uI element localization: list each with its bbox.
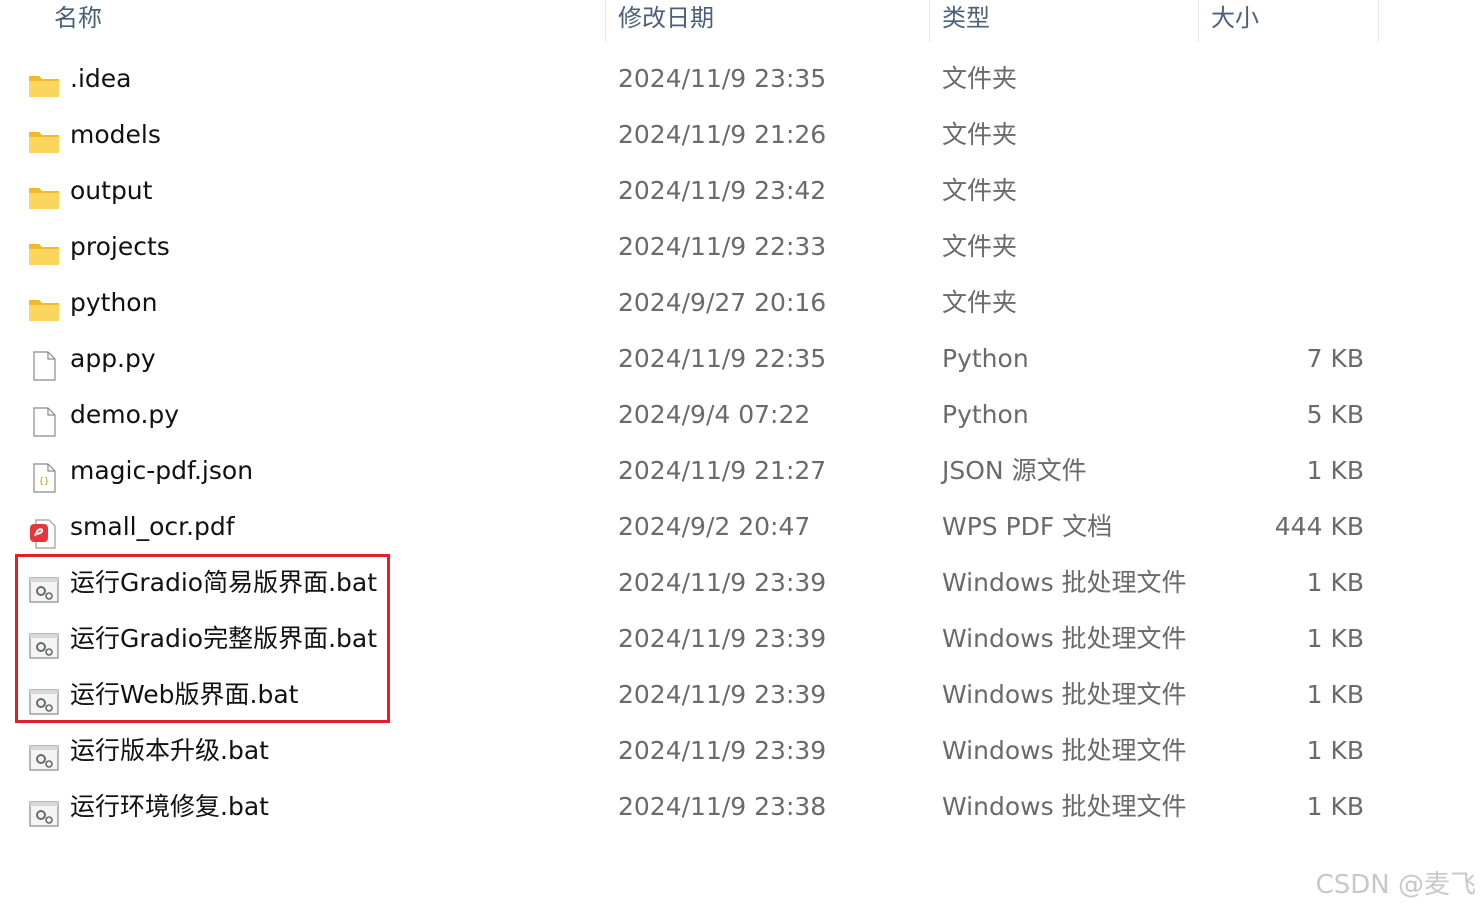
file-name-cell[interactable]: 运行版本升级.bat [28,723,598,779]
file-explorer: 名称 修改日期 类型 大小 .idea 2024/11/9 23:35 文件夹 mod… [0,0,1482,909]
file-name: 运行版本升级.bat [70,736,269,765]
file-name: output [70,176,153,205]
file-name-cell[interactable]: small_ocr.pdf [28,499,598,555]
file-name-cell[interactable]: 运行环境修复.bat [28,779,598,835]
file-date: 2024/11/9 23:42 [618,176,827,205]
file-date: 2024/11/9 23:38 [618,792,827,821]
file-row[interactable]: 运行Web版界面.bat 2024/11/9 23:39 Windows 批处理文件… [0,667,1482,723]
file-row[interactable]: 运行Gradio简易版界面.bat 2024/11/9 23:39 Windows … [0,555,1482,611]
folder-icon [28,121,60,153]
file-row[interactable]: 运行版本升级.bat 2024/11/9 23:39 Windows 批处理文件 1 … [0,723,1482,779]
file-date: 2024/9/27 20:16 [618,288,827,317]
file-row[interactable]: python 2024/9/27 20:16 文件夹 [0,275,1482,331]
column-divider[interactable] [1378,0,1379,42]
file-size: 5 KB [1306,400,1364,429]
file-size: 1 KB [1306,624,1364,653]
file-date: 2024/11/9 21:26 [618,120,827,149]
file-name: python [70,288,158,317]
file-date: 2024/11/9 21:27 [618,456,827,485]
file-name-cell[interactable]: demo.py [28,387,598,443]
file-size [1200,163,1364,219]
file-size: 1 KB [1306,680,1364,709]
batch-file-icon [28,625,60,659]
file-name-cell[interactable]: 运行Gradio简易版界面.bat [28,555,598,611]
file-name-cell[interactable]: python [28,275,598,331]
file-row[interactable]: 运行环境修复.bat 2024/11/9 23:38 Windows 批处理文件 1 … [0,779,1482,835]
batch-file-icon [28,681,60,715]
file-name: models [70,120,161,149]
file-row[interactable]: output 2024/11/9 23:42 文件夹 [0,163,1482,219]
file-row[interactable]: app.py 2024/11/9 22:35 Python 7 KB [0,331,1482,387]
file-name-cell[interactable]: 运行Web版界面.bat [28,667,598,723]
file-name: projects [70,232,170,261]
batch-file-icon [28,569,60,603]
file-name: 运行Gradio简易版界面.bat [70,568,378,597]
column-divider[interactable] [929,0,930,42]
file-row[interactable]: {} magic-pdf.json 2024/11/9 21:27 JSON 源文件 1… [0,443,1482,499]
file-name-cell[interactable]: .idea [28,51,598,107]
svg-text:{}: {} [39,477,50,487]
file-icon [28,401,60,437]
batch-file-icon [28,793,60,827]
column-divider[interactable] [1198,0,1199,42]
file-size: 1 KB [1306,792,1364,821]
column-name-header[interactable]: 名称 [54,0,102,42]
file-date: 2024/11/9 22:33 [618,232,827,261]
folder-icon [28,177,60,209]
file-name: 运行环境修复.bat [70,792,269,821]
file-name-cell[interactable]: 运行Gradio完整版界面.bat [28,611,598,667]
column-divider[interactable] [605,0,606,42]
file-list: .idea 2024/11/9 23:35 文件夹 models 2024/11/9 2… [0,51,1482,835]
file-size: 7 KB [1306,344,1364,373]
json-file-icon: {} [28,457,60,493]
watermark: CSDN @麦飞 [1315,870,1476,900]
file-date: 2024/11/9 23:39 [618,624,827,653]
file-row[interactable]: 运行Gradio完整版界面.bat 2024/11/9 23:39 Windows … [0,611,1482,667]
file-size [1200,51,1364,107]
column-header: 名称 修改日期 类型 大小 [0,0,1482,42]
file-name: app.py [70,344,156,373]
file-name: magic-pdf.json [70,456,254,485]
file-date: 2024/9/4 07:22 [618,400,811,429]
file-name: demo.py [70,400,180,429]
file-name-cell[interactable]: models [28,107,598,163]
folder-icon [28,233,60,265]
file-date: 2024/11/9 22:35 [618,344,827,373]
batch-file-icon [28,737,60,771]
file-name-cell[interactable]: {} magic-pdf.json [28,443,598,499]
file-size [1200,275,1364,331]
file-name: .idea [70,64,132,93]
file-row[interactable]: demo.py 2024/9/4 07:22 Python 5 KB [0,387,1482,443]
file-date: 2024/11/9 23:39 [618,568,827,597]
file-date: 2024/9/2 20:47 [618,512,811,541]
file-row[interactable]: models 2024/11/9 21:26 文件夹 [0,107,1482,163]
file-name: small_ocr.pdf [70,512,235,541]
file-row[interactable]: small_ocr.pdf 2024/9/2 20:47 WPS PDF 文档 444… [0,499,1482,555]
file-name: 运行Web版界面.bat [70,680,299,709]
folder-icon [28,289,60,321]
file-size [1200,107,1364,163]
column-date-header[interactable]: 修改日期 [618,0,714,42]
file-size [1200,219,1364,275]
column-size-header[interactable]: 大小 [1211,0,1259,42]
file-date: 2024/11/9 23:39 [618,736,827,765]
file-name-cell[interactable]: app.py [28,331,598,387]
pdf-file-icon [28,513,60,549]
file-name-cell[interactable]: projects [28,219,598,275]
file-date: 2024/11/9 23:39 [618,680,827,709]
file-name: 运行Gradio完整版界面.bat [70,624,378,653]
file-row[interactable]: projects 2024/11/9 22:33 文件夹 [0,219,1482,275]
file-size: 444 KB [1274,512,1364,541]
file-date: 2024/11/9 23:35 [618,64,827,93]
file-size: 1 KB [1306,456,1364,485]
file-icon [28,345,60,381]
file-name-cell[interactable]: output [28,163,598,219]
column-type-header[interactable]: 类型 [942,0,990,42]
file-size: 1 KB [1306,568,1364,597]
file-row[interactable]: .idea 2024/11/9 23:35 文件夹 [0,51,1482,107]
folder-icon [28,65,60,97]
file-size: 1 KB [1306,736,1364,765]
